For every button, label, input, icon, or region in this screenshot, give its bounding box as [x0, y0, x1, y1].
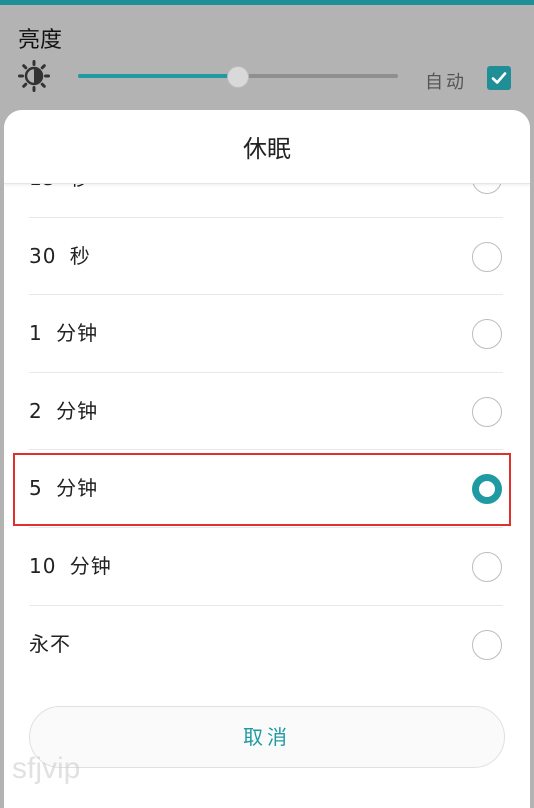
sleep-option-5min[interactable]: 5 分钟: [4, 450, 530, 528]
radio-button[interactable]: [472, 629, 502, 660]
option-label: 30 秒: [29, 243, 91, 268]
auto-brightness-label: 自动: [425, 72, 467, 93]
radio-button[interactable]: [472, 241, 502, 272]
option-label: 1 分钟: [29, 321, 99, 346]
sleep-dialog: 休眠 15 秒 30 秒 1 分钟 2 分钟 5 分钟 10 分钟: [4, 110, 530, 808]
cancel-button[interactable]: 取消: [29, 706, 505, 768]
sleep-option-2min[interactable]: 2 分钟: [4, 373, 530, 451]
sleep-option-30s[interactable]: 30 秒: [4, 218, 530, 296]
radio-button-selected[interactable]: [472, 474, 502, 505]
sleep-option-1min[interactable]: 1 分钟: [4, 295, 530, 373]
radio-button[interactable]: [472, 551, 502, 582]
brightness-slider-thumb[interactable]: [227, 66, 249, 88]
top-accent-bar: [0, 0, 534, 5]
option-label: 永不: [29, 631, 71, 656]
option-label: 5 分钟: [29, 476, 99, 501]
auto-brightness-checkbox[interactable]: [487, 66, 511, 90]
brightness-title: 亮度: [18, 28, 63, 53]
brightness-slider-fill: [78, 74, 238, 78]
sun-icon: [18, 60, 50, 92]
dialog-title: 休眠: [4, 110, 530, 184]
watermark: sfjvip: [12, 752, 81, 785]
radio-button[interactable]: [472, 319, 502, 350]
check-icon: [491, 72, 507, 84]
sleep-option-never[interactable]: 永不: [4, 606, 530, 684]
sleep-option-10min[interactable]: 10 分钟: [4, 528, 530, 606]
radio-button[interactable]: [472, 396, 502, 427]
sleep-options-list: 15 秒 30 秒 1 分钟 2 分钟 5 分钟 10 分钟: [4, 140, 530, 683]
option-label: 2 分钟: [29, 398, 99, 423]
option-label: 10 分钟: [29, 553, 112, 578]
